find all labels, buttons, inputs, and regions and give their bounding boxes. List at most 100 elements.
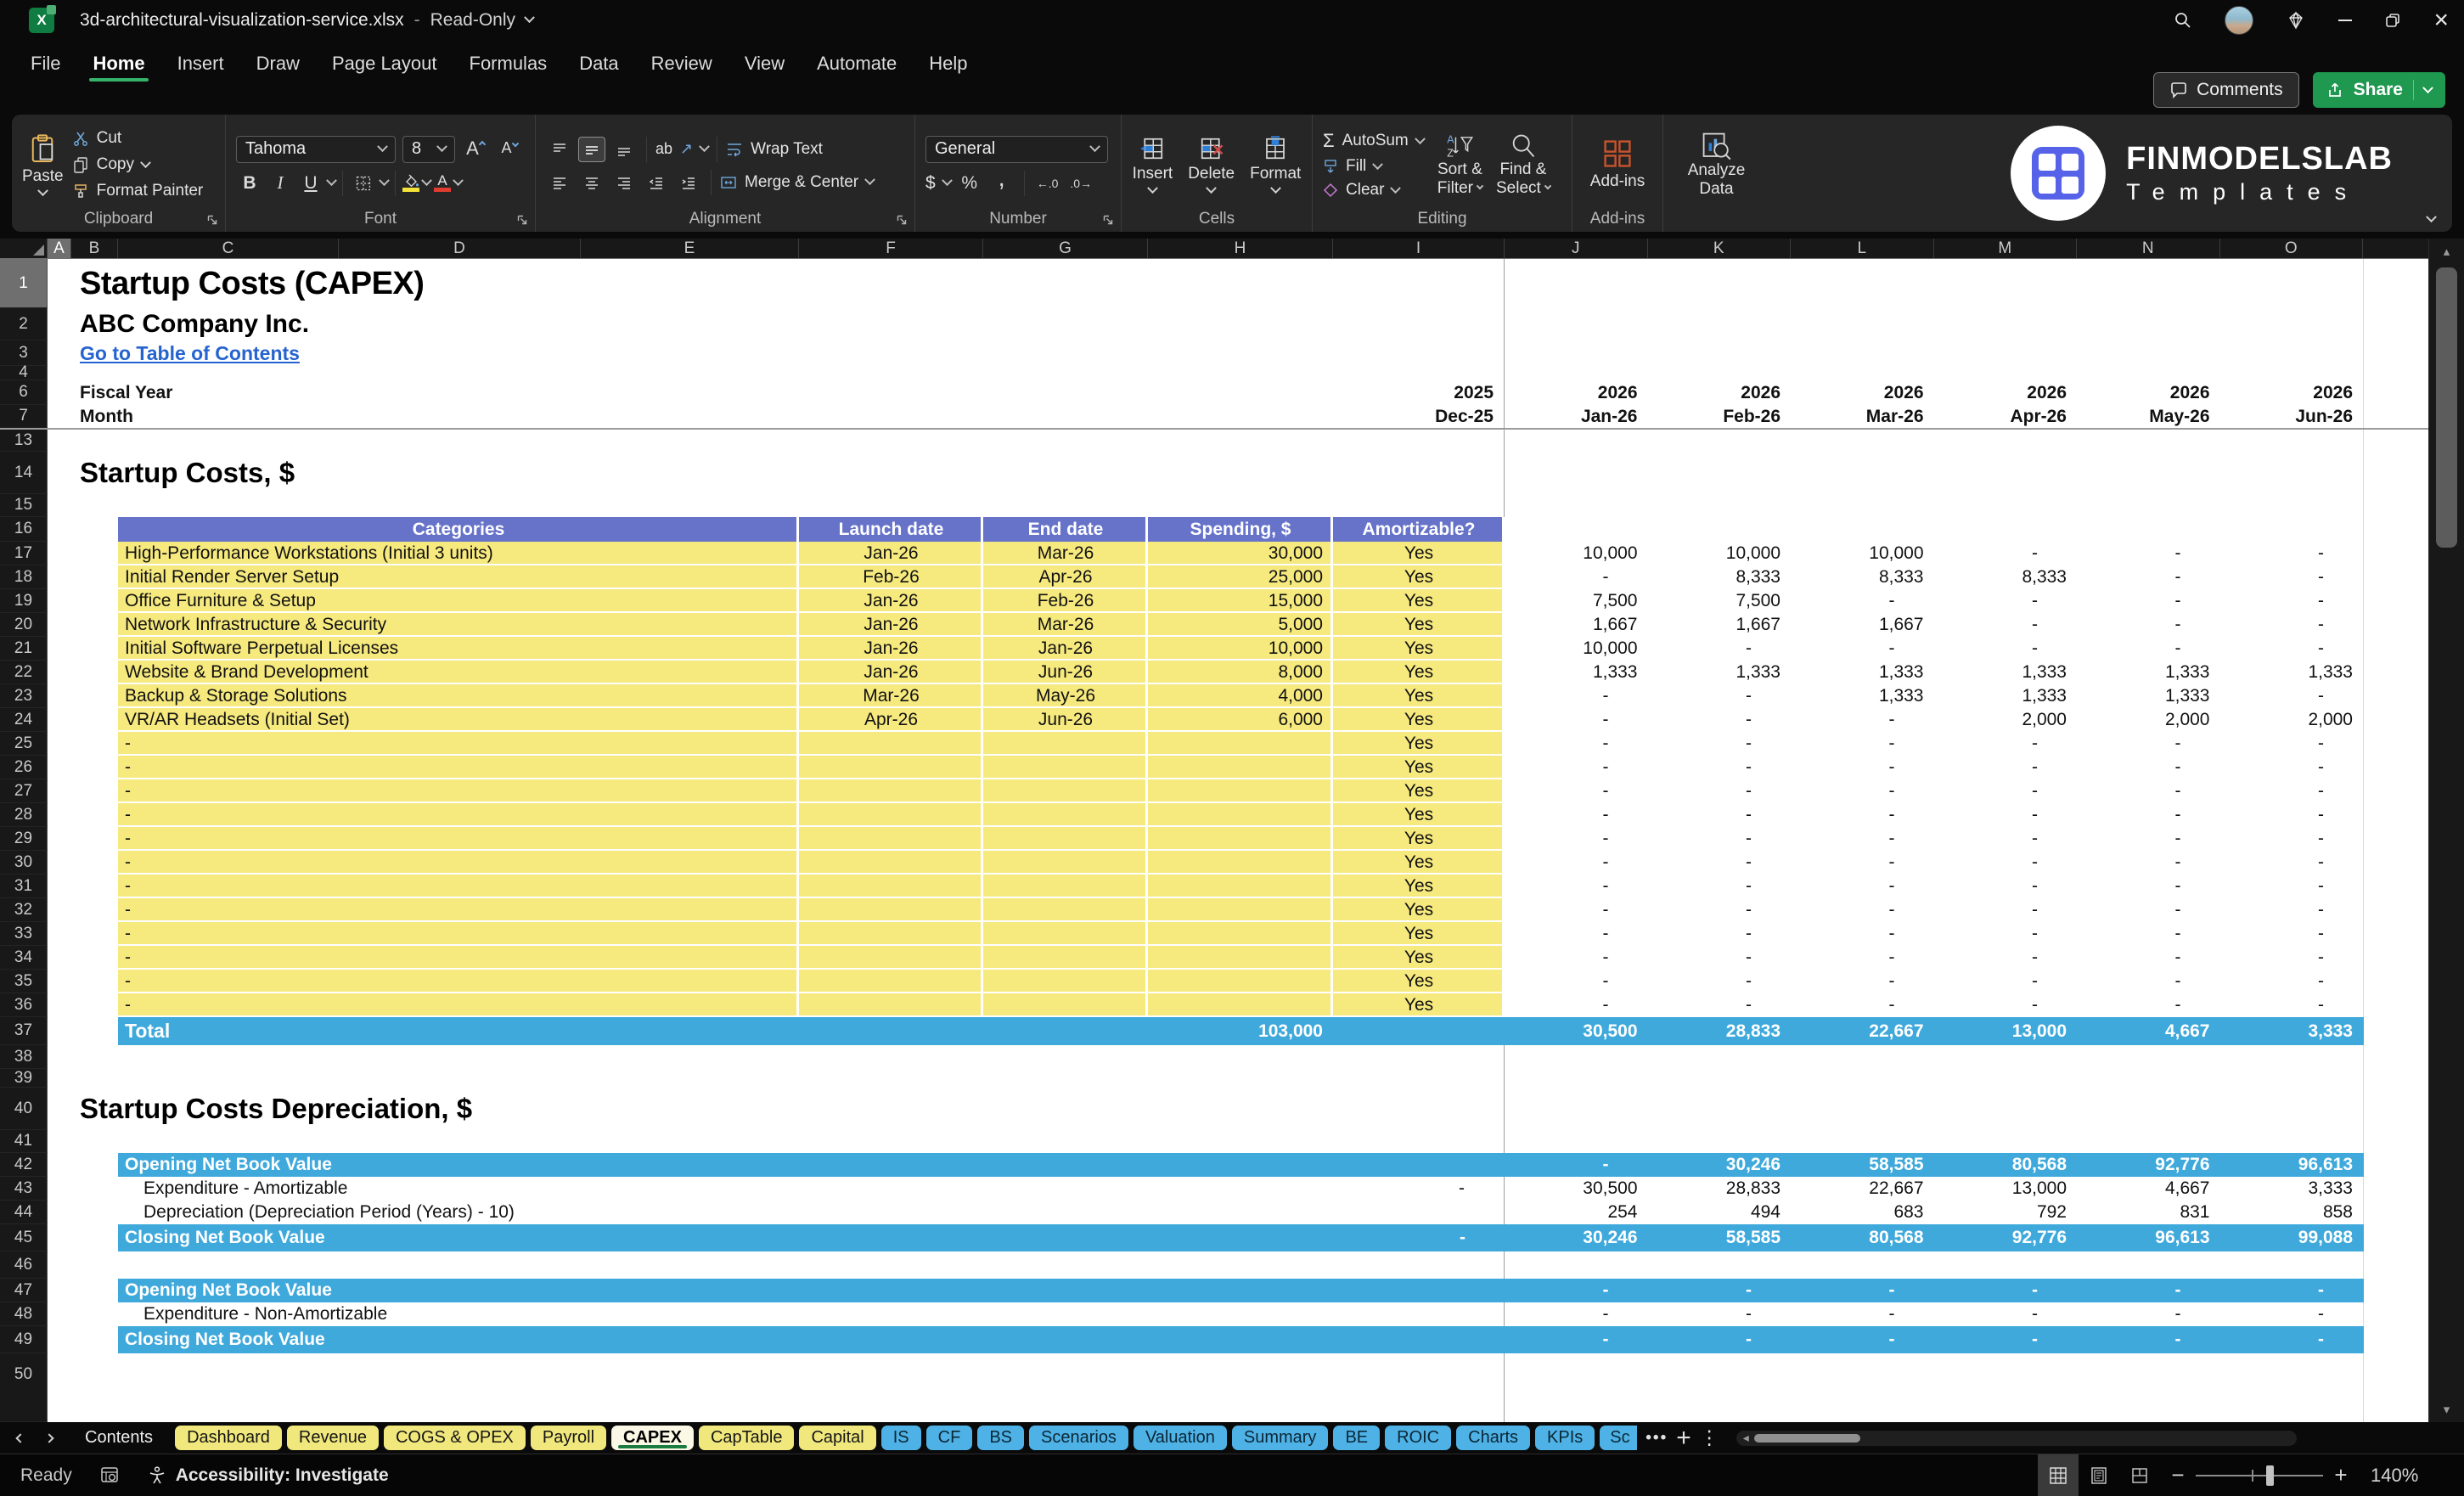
cell-month-value[interactable]: - [1791,898,1934,922]
decrease-decimal-icon[interactable]: .0→ [1066,177,1095,190]
cell-end-date[interactable] [983,851,1148,875]
row-header[interactable]: 46 [0,1251,48,1279]
cell-month-value[interactable]: - [1791,1302,1934,1326]
cell-amortizable[interactable]: Yes [1333,732,1505,756]
cell-category[interactable]: Initial Software Perpetual Licenses [118,637,799,661]
underline-button[interactable]: U [297,171,324,196]
cell-end-date[interactable] [983,898,1148,922]
cell-month-value[interactable]: - [1648,993,1792,1017]
cell-month-value[interactable]: - [1791,922,1934,946]
cell-month-value[interactable]: 1,333 [1934,684,2078,708]
row-header[interactable]: 25 [0,732,48,756]
fill-color-button[interactable] [402,174,419,192]
cell-month-value[interactable]: - [1505,684,1648,708]
cell-month-value[interactable]: - [1505,970,1648,993]
month-label-cell[interactable]: Month [71,405,799,428]
cell-amortizable[interactable]: Yes [1333,684,1505,708]
zoom-out-icon[interactable]: − [2160,1462,2196,1488]
scroll-down-icon[interactable]: ▾ [2429,1402,2464,1417]
row-header[interactable]: 45 [0,1224,48,1251]
menu-tab[interactable]: Insert [162,45,239,84]
cell-month-value[interactable]: - [2220,637,2364,661]
cell-launch-date[interactable] [799,946,983,970]
cell-month-value[interactable]: 80,568 [1934,1153,2078,1177]
cell-month-value[interactable]: - [1934,851,2078,875]
cell-month-value[interactable]: 8,333 [1934,565,2078,589]
autosum-button[interactable]: Σ AutoSum [1323,130,1426,152]
font-name-select[interactable]: Tahoma [236,135,396,163]
dialog-launcher-icon[interactable] [1102,214,1114,226]
cell-spending[interactable] [1148,803,1333,827]
premium-diamond-icon[interactable] [2286,10,2306,31]
cell-launch-date[interactable]: Feb-26 [799,565,983,589]
cell-category[interactable]: - [118,756,799,779]
align-top-icon[interactable] [546,137,573,162]
cell-amortizable[interactable]: Yes [1333,946,1505,970]
cell-month-value[interactable]: 10,000 [1505,542,1648,565]
sheet-tab[interactable]: IS [880,1426,921,1450]
cell-month-value[interactable]: 1,333 [2220,661,2364,684]
cell-end-date[interactable] [983,922,1148,946]
cell-month-value[interactable]: 99,088 [2220,1224,2364,1251]
cell-month-value[interactable]: - [1648,708,1792,732]
align-right-icon[interactable] [610,170,638,195]
cell-spending[interactable]: 5,000 [1148,613,1333,637]
align-left-icon[interactable] [546,170,573,195]
row-header[interactable]: 4 [0,363,48,381]
document-title[interactable]: 3d-architectural-visualization-service.x… [80,10,535,31]
paste-button[interactable]: Paste [22,133,64,197]
cell-end-date[interactable]: Jan-26 [983,637,1148,661]
cell-month-value[interactable]: - [2077,993,2220,1017]
cell-month-value[interactable]: - [1505,1326,1648,1353]
column-header[interactable]: H [1148,239,1333,258]
cell-amortizable[interactable]: Yes [1333,803,1505,827]
decrease-indent-icon[interactable] [643,170,670,195]
cell-month-value[interactable]: - [2220,922,2364,946]
column-header[interactable]: J [1505,239,1648,258]
cell-month-value[interactable]: 1,333 [1934,661,2078,684]
cell-launch-date[interactable] [799,779,983,803]
menu-tab[interactable]: Page Layout [317,45,453,84]
analyze-data-button[interactable]: Analyze Data [1688,131,1745,199]
cell-month-value[interactable]: - [2220,898,2364,922]
cell-month-value[interactable]: 494 [1648,1201,1792,1224]
increase-font-icon[interactable]: A [462,136,489,161]
row-header[interactable]: 44 [0,1201,48,1224]
column-header[interactable]: O [2220,239,2363,258]
cell-month-value[interactable]: - [1505,565,1648,589]
menu-tab[interactable]: Help [914,45,982,84]
cell-month-value[interactable]: - [1505,851,1648,875]
macro-record-icon[interactable] [99,1465,120,1486]
fiscal-year-cell[interactable]: 2025 [1333,380,1505,405]
cell-dec-value[interactable] [1333,1201,1505,1224]
menu-tab[interactable]: File [15,45,76,84]
select-all-corner[interactable] [0,239,48,258]
delete-cells-button[interactable]: Delete [1188,136,1235,194]
total-label-cell[interactable]: Total [118,1017,799,1045]
cell-label[interactable]: Expenditure - Amortizable [118,1177,799,1201]
cell-category[interactable]: - [118,779,799,803]
cell-launch-date[interactable]: Jan-26 [799,613,983,637]
cell-category[interactable]: High-Performance Workstations (Initial 3… [118,542,799,565]
cell-amortizable[interactable]: Yes [1333,756,1505,779]
total-month-cell[interactable]: 28,833 [1648,1017,1792,1045]
cell-dec-value[interactable] [1333,1153,1505,1177]
cell-category[interactable]: - [118,827,799,851]
cell-month-value[interactable]: - [1648,922,1792,946]
column-header[interactable]: K [1648,239,1791,258]
cell-month-value[interactable]: - [1791,993,1934,1017]
cell-month-value[interactable]: - [1648,803,1792,827]
sheet-tab[interactable]: Payroll [530,1426,607,1450]
sheet-nav-left-icon[interactable] [10,1428,31,1448]
row-header[interactable]: 14 [0,452,48,494]
find-select-button[interactable]: Find & Select [1496,132,1552,198]
cell-month-value[interactable]: - [1934,756,2078,779]
cell-end-date[interactable] [983,779,1148,803]
row-header[interactable]: 33 [0,922,48,946]
percent-style-icon[interactable]: % [956,171,983,196]
cell-month-value[interactable]: - [2077,779,2220,803]
cell-category[interactable]: - [118,803,799,827]
horizontal-scroll-thumb[interactable] [1753,1433,1860,1443]
fiscal-year-cell[interactable]: 2026 [1791,380,1934,405]
row-header[interactable]: 31 [0,875,48,898]
